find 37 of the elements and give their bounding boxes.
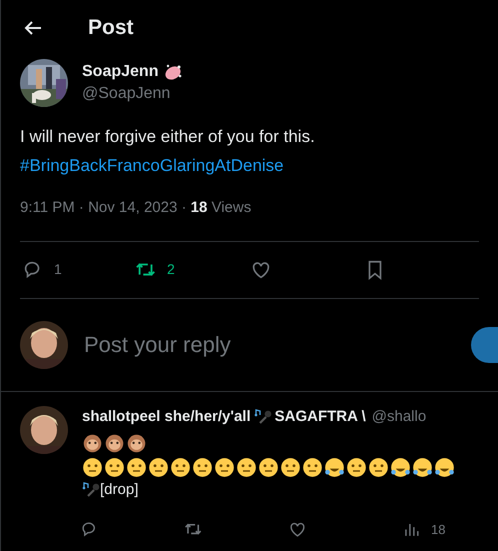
smiley-face-icon [214,456,235,478]
monkey-face-icon [82,432,103,454]
microphone-icon [254,408,272,425]
author-name[interactable]: SoapJenn [82,60,158,84]
reply-input-field[interactable]: Post your reply [84,328,384,361]
author-handle[interactable]: @SoapJenn [82,82,184,106]
hashtag-link[interactable]: #BringBackFrancoGlaringAtDenise [20,151,479,180]
post-text: I will never forgive either of you for this. [20,126,316,148]
monkey-face-icon [126,432,147,454]
smiley-face-icon [104,456,125,478]
smiley-face-icon [192,456,213,478]
soap-icon [163,63,184,81]
page-title: Post [88,15,134,42]
smiley-face-icon [82,456,103,478]
reply-count: 1 [54,260,62,279]
smiley-face-icon [346,456,367,478]
laughing-face-icon [390,456,411,478]
microphone-icon [82,482,100,498]
smiley-face-icon [280,456,301,478]
author-name-suffix: SAGAFTRA \ [274,406,366,426]
author-handle[interactable]: @shallo [372,406,426,428]
smiley-face-icon [170,456,191,478]
smiley-face-icon [368,456,389,478]
smiley-face-icon [258,456,279,478]
smiley-face-icon [126,456,147,478]
smiley-face-icon [148,456,169,478]
views-count: 18 [431,520,446,538]
post-meta: 9:11 PM · Nov 14, 2023 · 18 Views [20,199,252,216]
monkey-face-icon [104,432,125,454]
laughing-face-icon [324,456,345,478]
laughing-face-icon [412,456,433,478]
repost-count: 2 [166,260,175,279]
smiley-face-icon [236,456,257,478]
laughing-face-icon [434,456,455,478]
reply-text: [drop] [100,480,138,500]
smiley-face-icon [302,456,323,478]
author-name[interactable]: shallotpeel she/her/y'all [82,406,251,428]
